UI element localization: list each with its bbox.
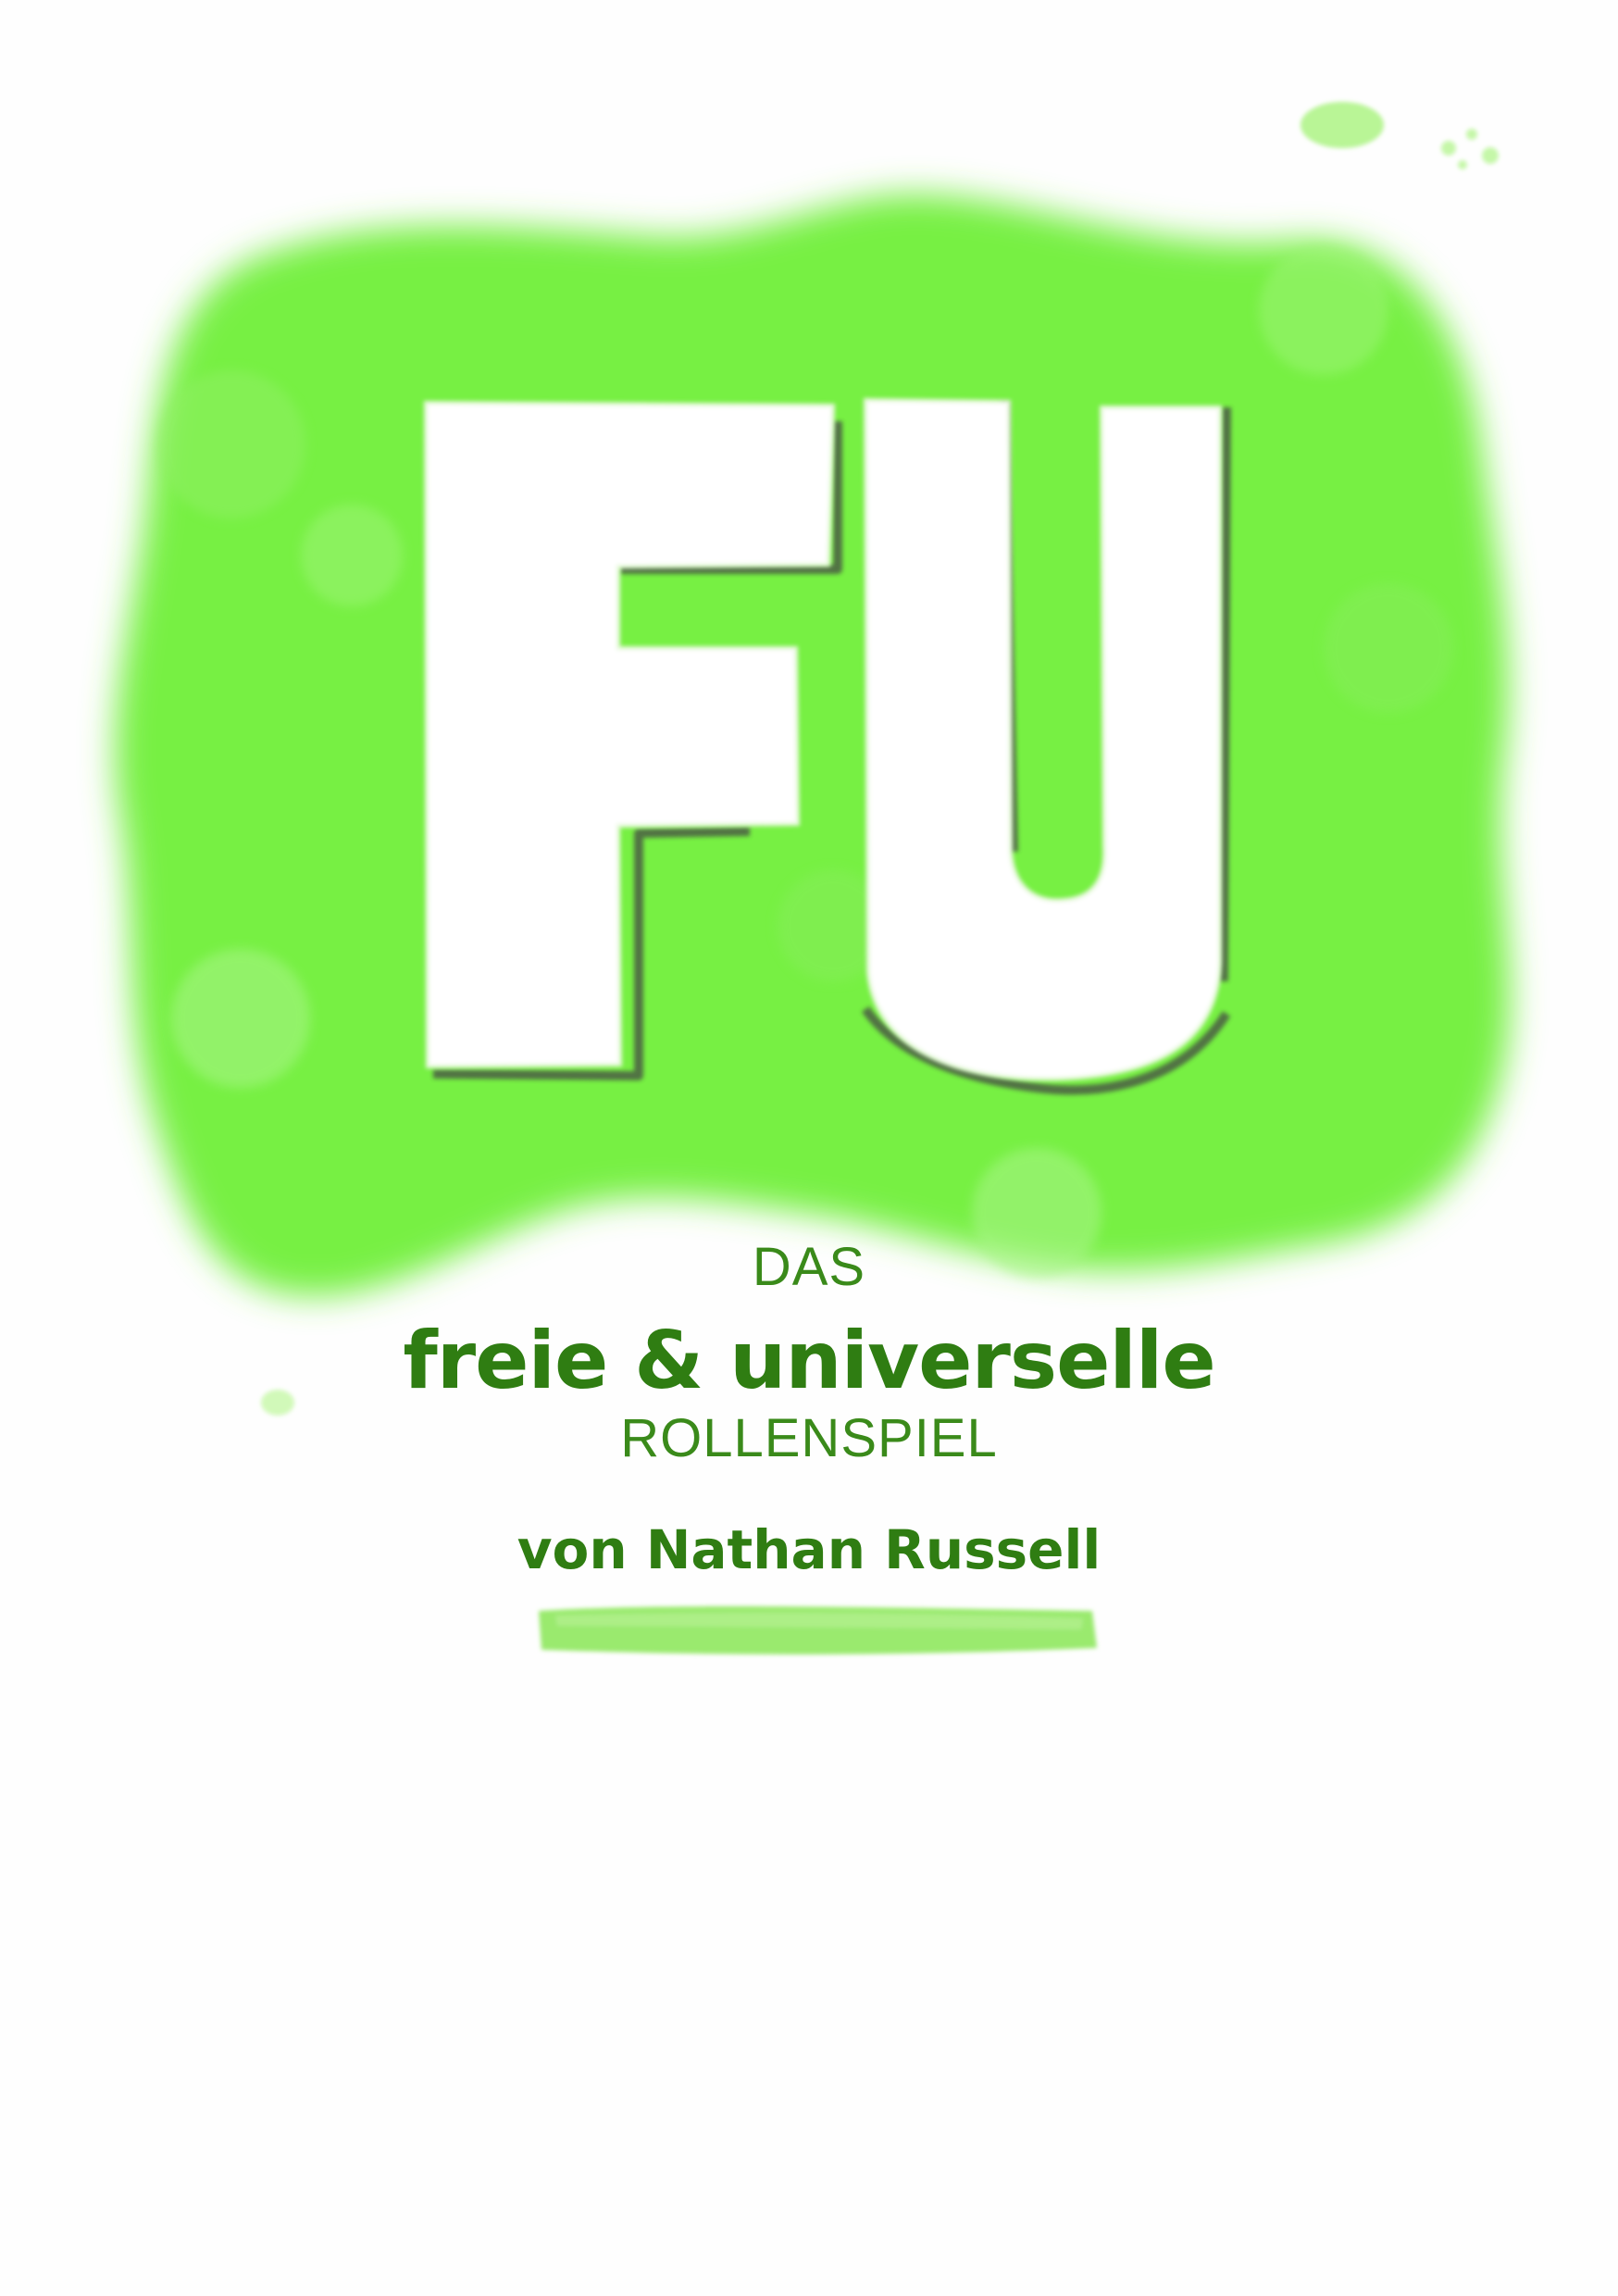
cover-author: von Nathan Russell bbox=[517, 1518, 1101, 1581]
cover-kicker: DAS bbox=[752, 1237, 866, 1297]
cover-artwork bbox=[115, 102, 1511, 1654]
cover-subline: ROLLENSPIEL bbox=[620, 1408, 998, 1468]
brush-underline bbox=[539, 1606, 1097, 1654]
book-cover: DAS freie & universelle ROLLENSPIEL von … bbox=[0, 0, 1618, 2296]
cover-headline: freie & universelle bbox=[403, 1315, 1215, 1407]
